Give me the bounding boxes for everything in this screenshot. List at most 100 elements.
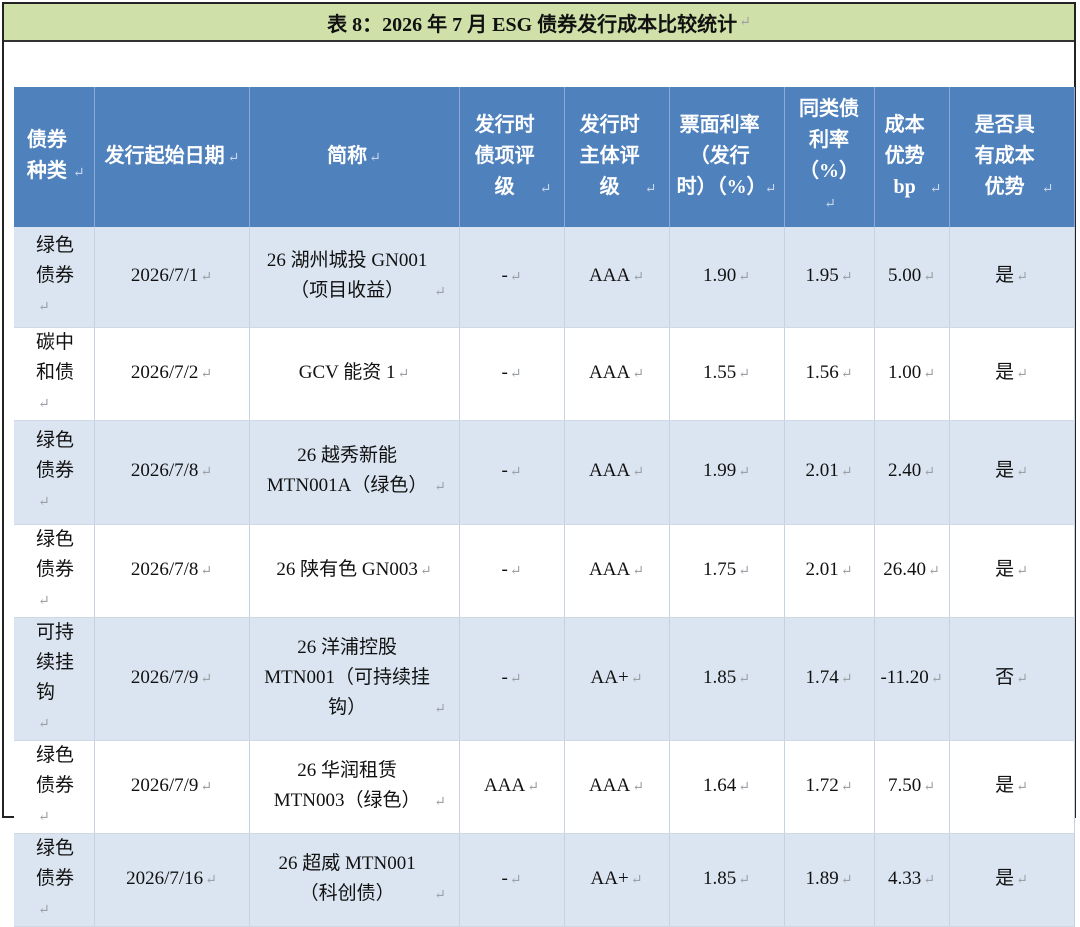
paragraph-mark-icon: ↵ (434, 794, 446, 810)
paragraph-mark-icon: ↵ (738, 872, 750, 888)
cell-has-advantage: 是 ↵ (949, 420, 1075, 525)
cell-coupon-rate-text: 1.85 (703, 867, 737, 889)
table-row: 绿色债券↵ 2026/7/8 ↵ 26 越秀新能 MTN001A（绿色） ↵ - ↵ AAA ↵… (14, 420, 1075, 525)
cell-issuer-rating-text: AAA (589, 460, 631, 481)
paragraph-mark-icon: ↵ (923, 465, 935, 480)
cell-issue-date: 2026/7/8 ↵ (94, 420, 250, 525)
paragraph-mark-icon: ↵ (644, 181, 657, 197)
esg-cost-table: 债券种类 ↵ 发行起始日期 ↵ 简称 ↵ 发行时债项评级 ↵ 发行时主体评级 ↵ 票面利率… (14, 87, 1075, 927)
cell-bond-name: GCV 能资 1 ↵ (249, 327, 460, 421)
cell-issue-date: 2026/7/8 ↵ (94, 524, 250, 618)
cell-bond-rating-text: - (501, 666, 508, 688)
cell-has-advantage-text: 是 (995, 558, 1015, 580)
cell-issue-date-text: 2026/7/16 (126, 867, 204, 889)
cell-coupon-rate-text: 1.64 (703, 774, 737, 796)
cell-coupon-rate: 1.90 ↵ (669, 227, 785, 328)
cell-cost-advantage-bp: 5.00 ↵ (874, 227, 950, 328)
cell-cost-advantage-bp: 1.00 ↵ (874, 327, 950, 421)
paragraph-mark-icon: ↵ (923, 366, 935, 382)
paragraph-mark-icon: ↵ (369, 150, 381, 166)
cell-bond-rating-text: - (501, 460, 508, 481)
paragraph-mark-icon: ↵ (509, 366, 522, 382)
cell-cost-advantage-bp-text: 7.50 (888, 774, 922, 796)
header-peer-rate: 同类债利率（%）↵ (784, 87, 875, 227)
cell-peer-rate-text: 1.56 (805, 361, 839, 383)
cell-peer-rate-text: 1.74 (805, 666, 839, 688)
table-row: 绿色债券↵ 2026/7/8 ↵ 26 陕有色 GN003 ↵ - ↵ AAA ↵ 1.75 ↵ 2.… (14, 524, 1075, 618)
cell-bond-name-text: 26 超威 MTN001（科创债） (278, 852, 416, 904)
cell-coupon-rate-text: 1.99 (703, 460, 737, 481)
cell-has-advantage-text: 是 (995, 867, 1015, 889)
paragraph-mark-icon: ↵ (738, 465, 750, 480)
paragraph-mark-icon: ↵ (200, 671, 213, 687)
cell-has-advantage-text: 是 (995, 361, 1015, 383)
cell-peer-rate-text: 2.01 (805, 558, 839, 580)
header-coupon: 票面利率（发行时）（%）↵ (669, 87, 785, 227)
cell-bond-name-text: 26 湖州城投 GN001（项目收益） (266, 249, 428, 301)
paragraph-mark-icon: ↵ (509, 872, 522, 888)
paragraph-mark-icon: ↵ (1016, 671, 1028, 687)
cell-bond-name: 26 湖州城投 GN001（项目收益） ↵ (249, 227, 460, 328)
paragraph-mark-icon: ↵ (38, 495, 50, 510)
cell-issuer-rating-text: AAA (589, 774, 631, 796)
cell-has-advantage-text: 是 (995, 774, 1015, 796)
paragraph-mark-icon: ↵ (509, 563, 522, 579)
cell-cost-advantage-bp-text: 2.40 (888, 460, 922, 481)
table-row: 绿色债券↵ 2026/7/1 ↵ 26 湖州城投 GN001（项目收益） ↵ - ↵ AAA ↵… (14, 227, 1075, 328)
cell-peer-rate: 2.01 ↵ (784, 420, 875, 525)
cell-cost-advantage-bp-text: 4.33 (888, 867, 922, 889)
cell-coupon-rate: 1.64 ↵ (669, 740, 785, 834)
paragraph-mark-icon: ↵ (630, 671, 643, 687)
cell-coupon-rate: 1.85 ↵ (669, 617, 785, 741)
paragraph-mark-icon: ↵ (1016, 269, 1028, 285)
paragraph-mark-icon: ↵ (434, 480, 446, 495)
paragraph-mark-icon: ↵ (38, 902, 50, 918)
cell-bond-name: 26 洋浦控股 MTN001（可持续挂钩） ↵ (249, 617, 460, 741)
paragraph-mark-icon: ↵ (840, 269, 853, 285)
cell-bond-rating: - ↵ (459, 227, 565, 328)
paragraph-mark-icon: ↵ (434, 887, 446, 903)
cell-bond-rating: - ↵ (459, 420, 565, 525)
table-row: 绿色债券↵ 2026/7/9 ↵ 26 华润租赁 MTN003（绿色） ↵ AAA ↵ AAA… (14, 740, 1075, 834)
paragraph-mark-icon: ↵ (38, 809, 50, 825)
paragraph-mark-icon: ↵ (200, 269, 213, 285)
header-kind: 债券种类 ↵ (14, 87, 95, 227)
paragraph-mark-icon: ↵ (539, 181, 552, 197)
paragraph-mark-icon: ↵ (72, 166, 85, 181)
cell-issue-date-text: 2026/7/9 (130, 774, 199, 796)
cell-bond-kind-text: 绿色债券 (36, 837, 75, 889)
cell-has-advantage: 是 ↵ (949, 227, 1075, 328)
cell-has-advantage-text: 是 (995, 460, 1015, 481)
cell-issuer-rating: AAA ↵ (564, 227, 670, 328)
paragraph-mark-icon: ↵ (38, 716, 50, 732)
header-has-advantage: 是否具有成本优势 ↵ (949, 87, 1075, 227)
cell-peer-rate-text: 2.01 (805, 460, 839, 481)
cell-issue-date: 2026/7/16 ↵ (94, 833, 250, 927)
cell-bond-kind-text: 绿色债券 (36, 430, 75, 481)
table-row: 碳中和债↵ 2026/7/2 ↵ GCV 能资 1 ↵ - ↵ AAA ↵ 1.55 ↵ 1.56 ↵ 1… (14, 327, 1075, 421)
cell-bond-name: 26 陕有色 GN003 ↵ (249, 524, 460, 618)
cell-bond-name-text: 26 洋浦控股 MTN001（可持续挂钩） (264, 636, 430, 718)
cell-issuer-rating-text: AAA (589, 361, 631, 383)
paragraph-mark-icon: ↵ (200, 366, 213, 382)
paragraph-mark-icon: ↵ (419, 563, 432, 579)
table-title: 表 8：2026 年 7 月 ESG 债券发行成本比较统计 (327, 13, 738, 36)
paragraph-mark-icon: ↵ (824, 197, 836, 212)
cell-issuer-rating: AAA ↵ (564, 524, 670, 618)
cell-bond-name-text: 26 陕有色 GN003 (276, 558, 418, 580)
cell-bond-rating-text: - (501, 264, 508, 286)
cell-has-advantage: 是 ↵ (949, 327, 1075, 421)
cell-peer-rate-text: 1.72 (805, 774, 839, 796)
document-frame: 表 8：2026 年 7 月 ESG 债券发行成本比较统计 ↵ 债券种类 ↵ 发行起… (2, 2, 1076, 927)
cell-issuer-rating: AAA ↵ (564, 420, 670, 525)
paragraph-mark-icon: ↵ (509, 465, 522, 480)
cell-bond-name-text: 26 华润租赁 MTN003（绿色） (273, 759, 421, 811)
cell-coupon-rate: 1.55 ↵ (669, 327, 785, 421)
paragraph-mark-icon: ↵ (1016, 779, 1028, 795)
paragraph-mark-icon: ↵ (200, 465, 213, 480)
cell-bond-kind: 绿色债券 ↵ (14, 524, 95, 618)
paragraph-mark-icon: ↵ (397, 366, 410, 382)
cell-bond-kind: 绿色债券 ↵ (14, 227, 95, 328)
cell-bond-name: 26 越秀新能 MTN001A（绿色） ↵ (249, 420, 460, 525)
cell-bond-rating: - ↵ (459, 327, 565, 421)
